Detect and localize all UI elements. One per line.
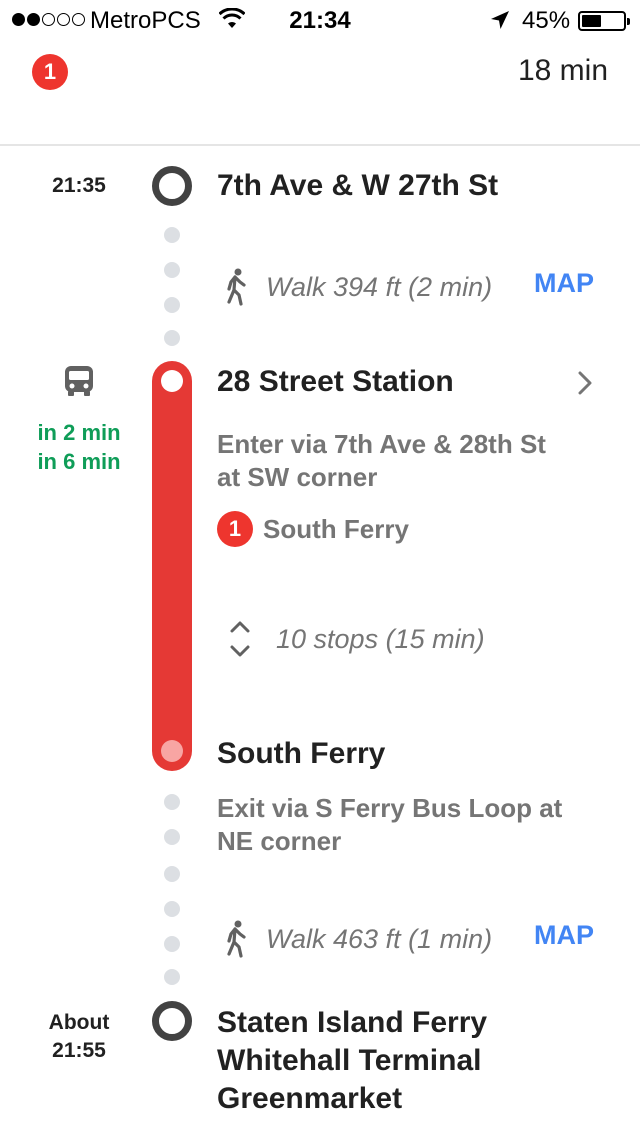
walk-path-dot [164, 866, 180, 882]
walk-icon [227, 920, 246, 958]
walk-step-2: Walk 463 ft (1 min) MAP [222, 920, 594, 958]
map-link[interactable]: MAP [534, 268, 604, 299]
end-stop-name-line: Whitehall Terminal [217, 1044, 482, 1077]
bus-icon [65, 366, 93, 396]
walk-path-dot [164, 227, 180, 243]
walk-path-dot [164, 969, 180, 985]
walk-path-dot [164, 297, 180, 313]
walk-step-1: Walk 394 ft (2 min) MAP [222, 268, 594, 306]
expand-icon [230, 621, 250, 657]
chevron-right-icon[interactable] [572, 368, 598, 398]
exit-instructions-line: NE corner [217, 826, 342, 856]
status-bar: MetroPCS 21:34 45% [0, 0, 640, 40]
end-stop-name-line: Greenmarket [217, 1082, 403, 1115]
enter-instructions-line: at SW corner [217, 462, 378, 492]
walk-icon [227, 268, 246, 306]
walk-path-dot [164, 330, 180, 346]
departure-1: in 2 min [37, 420, 121, 445]
subway-route-segment [152, 361, 192, 771]
alight-station-name[interactable]: South Ferry [217, 735, 385, 773]
arrival-time: About 21:55 [34, 1009, 124, 1065]
headsign-text: South Ferry [263, 513, 409, 544]
enter-instructions-line: Enter via 7th Ave & 28th St [217, 429, 546, 459]
location-arrow-icon [491, 11, 509, 29]
start-stop-marker [152, 166, 192, 206]
start-time: 21:35 [52, 174, 106, 197]
end-stop-marker [152, 1001, 192, 1041]
exit-instructions: Exit via S Ferry Bus Loop at NE corner [217, 792, 562, 858]
route-header: 1 18 min [0, 40, 640, 146]
walk-path-dot [164, 936, 180, 952]
exit-instructions-line: Exit via S Ferry Bus Loop at [217, 793, 563, 823]
walk-path-dot [164, 829, 180, 845]
walk-step-text: Walk 463 ft (1 min) [266, 923, 493, 954]
board-station-name[interactable]: 28 Street Station [217, 363, 454, 401]
end-stop-name[interactable]: Staten Island Ferry Whitehall Terminal G… [217, 1004, 487, 1118]
walk-path-dot [164, 901, 180, 917]
walk-path-dot [164, 794, 180, 810]
start-stop-name[interactable]: 7th Ave & W 27th St [217, 167, 498, 205]
realtime-departures: in 2 min in 6 min [20, 418, 138, 476]
enter-instructions: Enter via 7th Ave & 28th St at SW corner [217, 428, 546, 494]
arrival-time-prefix: About [48, 1011, 110, 1034]
subway-line-badge: 1 [32, 54, 68, 90]
alight-stop-marker [161, 740, 183, 762]
stops-count: 10 stops (15 min) [276, 623, 485, 654]
departure-2: in 6 min [37, 449, 121, 474]
end-stop-name-line: Staten Island Ferry [217, 1006, 488, 1039]
line-headsign: 1 South Ferry [217, 511, 409, 547]
trip-duration: 18 min [517, 54, 608, 87]
walk-path-dot [164, 262, 180, 278]
board-stop-marker [161, 370, 183, 392]
battery-icon [578, 11, 630, 31]
subway-line-badge: 1 [217, 511, 253, 547]
map-link[interactable]: MAP [534, 920, 604, 951]
stops-toggle[interactable]: 10 stops (15 min) [226, 617, 485, 661]
walk-step-text: Walk 394 ft (2 min) [266, 271, 493, 302]
arrival-time-value: 21:55 [52, 1039, 106, 1062]
battery-percent: 45% [522, 7, 571, 34]
